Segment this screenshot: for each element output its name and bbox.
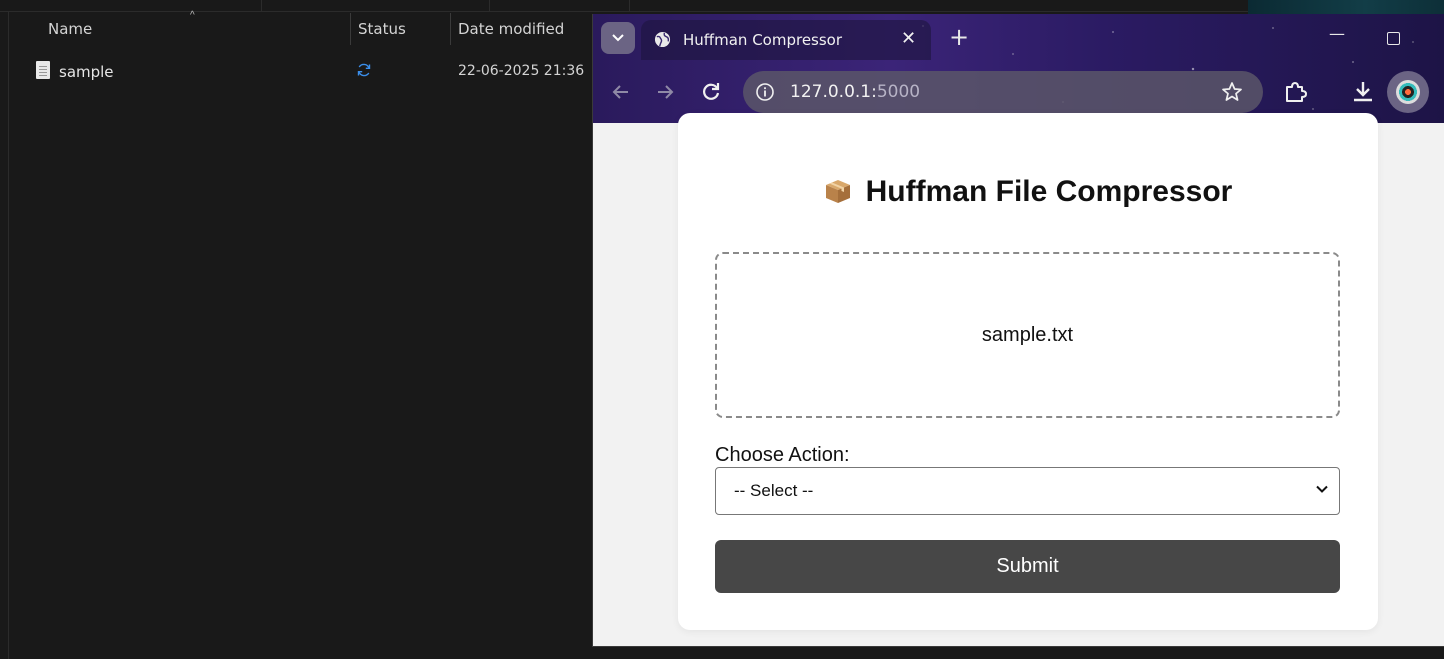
- sort-ascending-icon: ^: [190, 10, 195, 21]
- column-header-date-modified[interactable]: Date modified: [458, 20, 564, 38]
- globe-icon: [654, 31, 671, 48]
- new-tab-button[interactable]: +: [945, 24, 973, 52]
- browser-tab-active[interactable]: Huffman Compressor ✕: [641, 20, 931, 60]
- package-box-icon: [825, 180, 850, 203]
- site-info-icon[interactable]: [755, 82, 775, 102]
- column-header-name[interactable]: Name: [48, 20, 92, 38]
- desktop-wallpaper: [1248, 0, 1444, 14]
- back-arrow-icon[interactable]: [607, 78, 635, 106]
- url-text[interactable]: 127.0.0.1:5000: [790, 82, 920, 102]
- avatar-image: [1396, 80, 1420, 104]
- forward-arrow-icon[interactable]: [651, 78, 679, 106]
- download-icon[interactable]: [1350, 79, 1376, 105]
- url-port: 5000: [876, 82, 921, 102]
- browser-window: Huffman Compressor ✕ + — 127.0.0.1:5000 …: [592, 14, 1444, 647]
- reload-icon[interactable]: [697, 78, 725, 106]
- tab-search-button[interactable]: [601, 22, 635, 54]
- column-header-status[interactable]: Status: [358, 20, 406, 38]
- page-title-text: Huffman File Compressor: [865, 175, 1233, 208]
- bookmark-star-icon[interactable]: [1221, 81, 1243, 103]
- browser-frame: Huffman Compressor ✕ + — 127.0.0.1:5000: [593, 14, 1444, 123]
- page-title: Huffman File Compressor: [678, 175, 1378, 209]
- chevron-down-icon: [612, 34, 624, 42]
- explorer-top-strip: [0, 0, 1248, 12]
- column-divider[interactable]: [450, 13, 451, 45]
- tab-title: Huffman Compressor: [683, 31, 843, 49]
- selected-file-name: sample.txt: [981, 323, 1074, 346]
- file-list-item[interactable]: sample 22-06-2025 21:36: [0, 58, 592, 86]
- url-host: 127.0.0.1:: [790, 82, 877, 102]
- extensions-puzzle-icon[interactable]: [1283, 79, 1309, 105]
- text-file-icon: [36, 61, 50, 79]
- sync-pending-icon: [357, 63, 371, 77]
- column-divider[interactable]: [350, 13, 351, 45]
- explorer-nav-divider: [8, 12, 9, 659]
- maximize-icon[interactable]: [1387, 32, 1400, 45]
- submit-button[interactable]: Submit: [715, 540, 1340, 593]
- tab-close-icon[interactable]: ✕: [901, 28, 916, 49]
- page-viewport: Huffman File Compressor sample.txt Choos…: [593, 113, 1444, 646]
- action-select-value: -- Select --: [734, 481, 814, 500]
- compressor-card: Huffman File Compressor sample.txt Choos…: [678, 113, 1378, 630]
- file-dropzone[interactable]: sample.txt: [715, 252, 1340, 418]
- chevron-down-icon: [1316, 485, 1328, 493]
- minimize-icon[interactable]: —: [1329, 24, 1345, 43]
- action-select[interactable]: -- Select --: [715, 467, 1340, 515]
- file-name: sample: [59, 63, 114, 81]
- profile-avatar[interactable]: [1387, 71, 1429, 113]
- address-bar[interactable]: 127.0.0.1:5000: [743, 71, 1263, 113]
- action-label: Choose Action:: [715, 444, 850, 466]
- file-date-modified: 22-06-2025 21:36: [458, 63, 585, 79]
